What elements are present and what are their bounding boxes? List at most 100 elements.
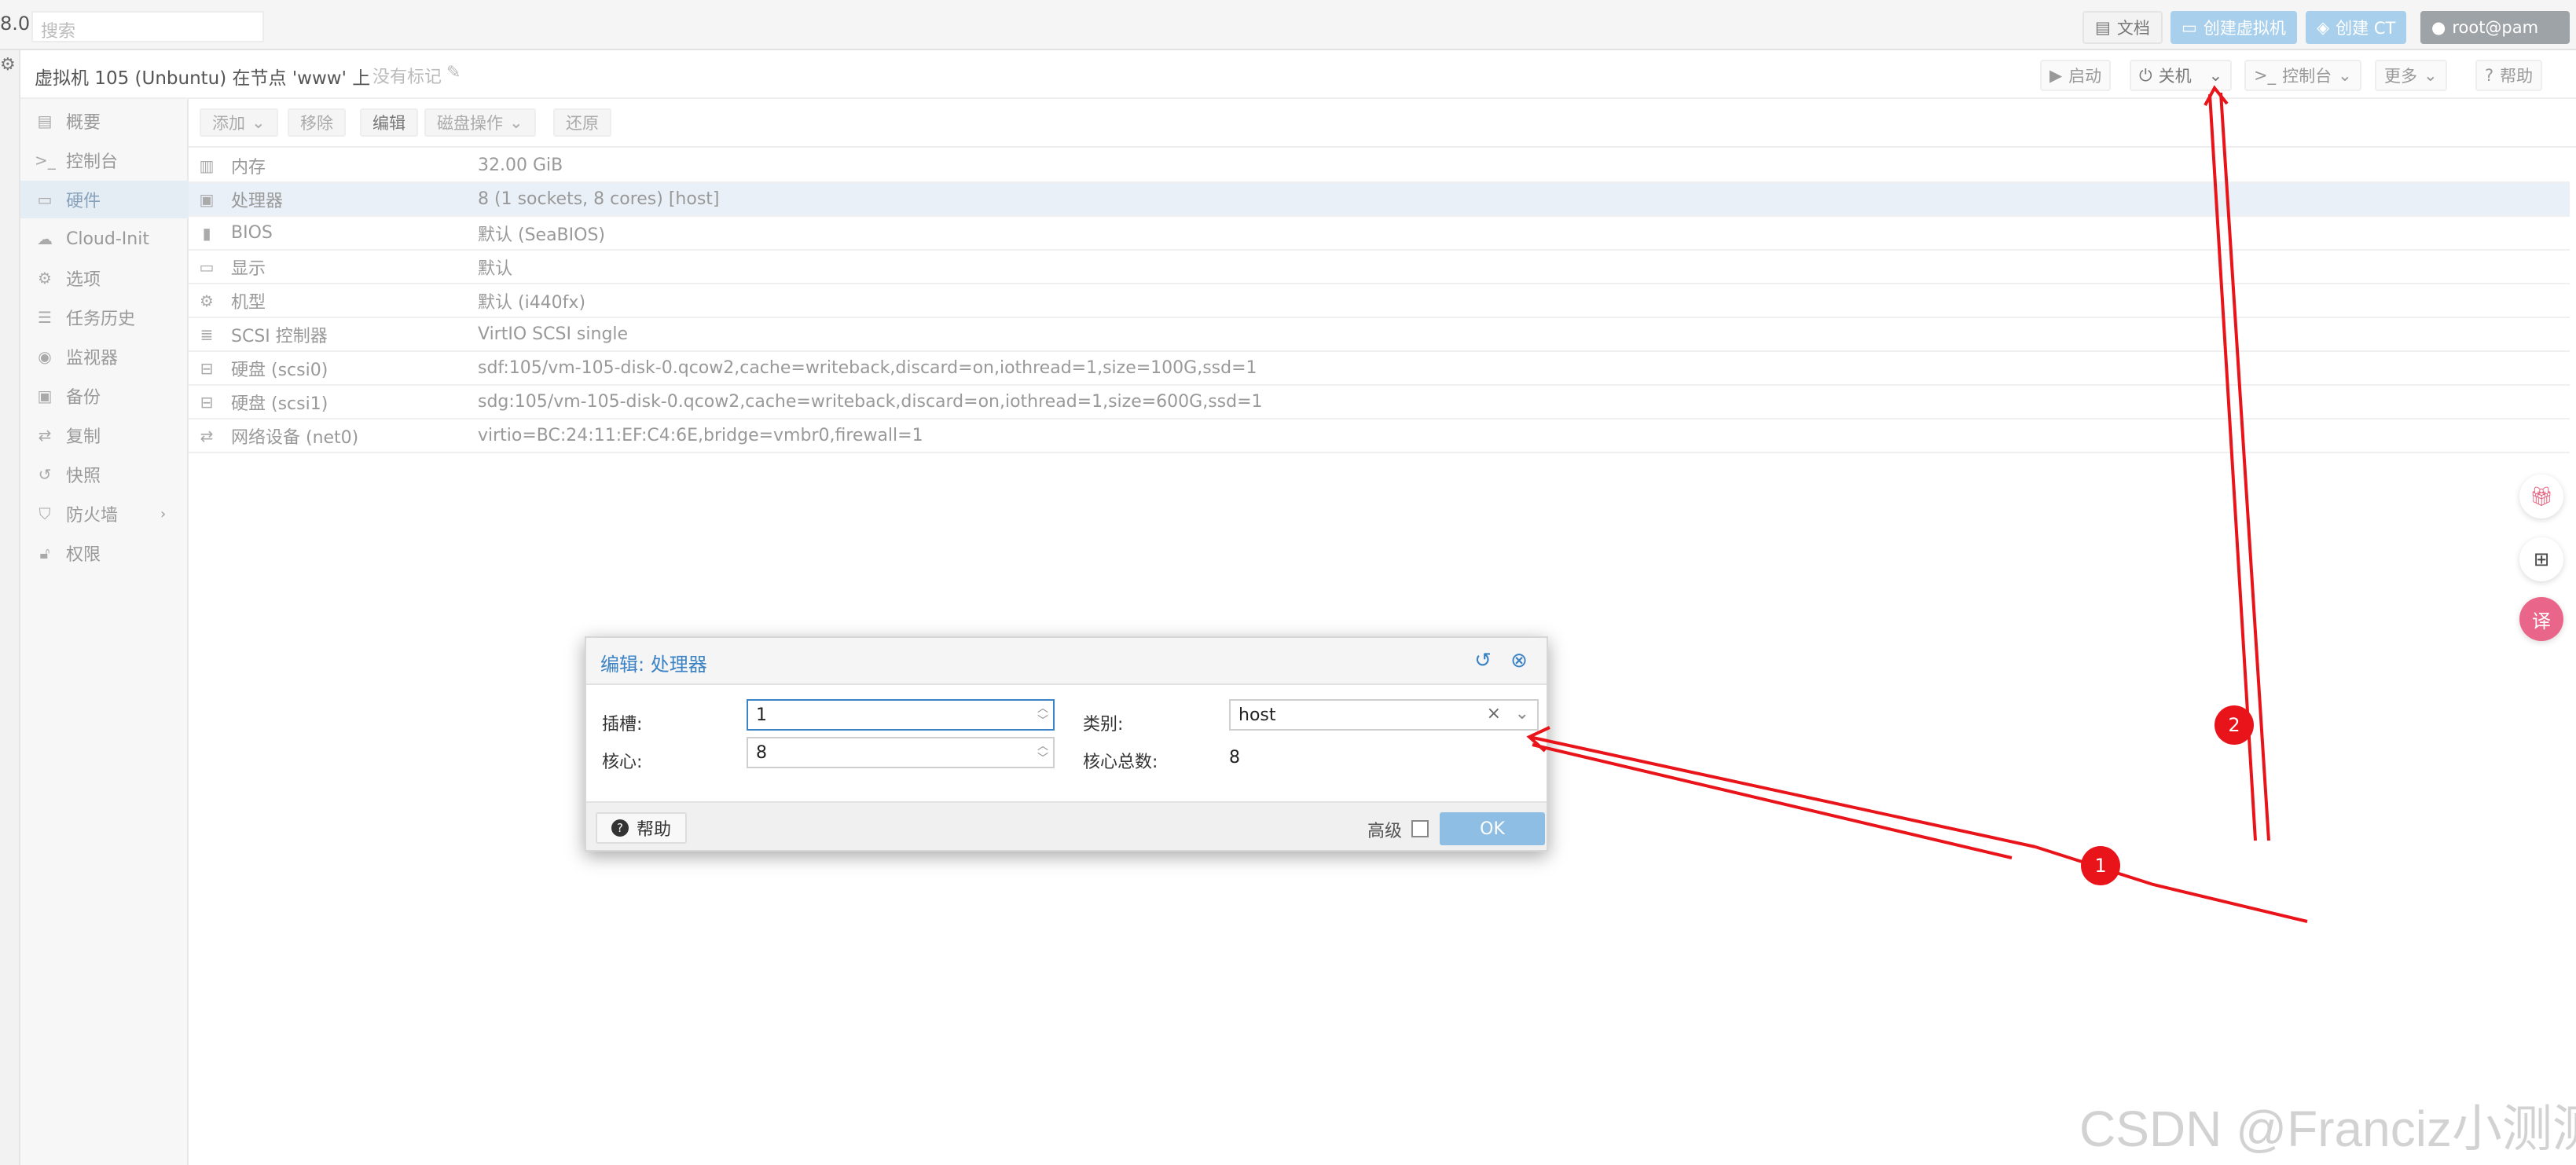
start-label: 启动 — [2068, 67, 2102, 86]
edit-processor-dialog: 编辑: 处理器 ↺ ⊗ 插槽: 1 ︿ ﹀ 核心: 8 ︿ ﹀ 类别: host ×… — [585, 636, 1548, 852]
cpu-type-select[interactable]: host × ⌄ — [1229, 699, 1539, 731]
ok-button[interactable]: OK — [1440, 812, 1545, 845]
table-row[interactable]: ▥ 内存 32.00 GiB — [189, 149, 2570, 183]
spinner-icon[interactable]: ︿ ﹀ — [1037, 702, 1048, 727]
sidebar-item-monitor[interactable]: ◉ 监视器 — [20, 338, 189, 376]
row-name: 内存 — [231, 157, 266, 178]
table-row[interactable]: ⚙ 机型 默认 (i440fx) — [189, 284, 2570, 318]
row-value: 8 (1 sockets, 8 cores) [host] — [478, 189, 720, 209]
disk-action-button[interactable]: 磁盘操作 ⌄ — [424, 108, 536, 137]
total-cores-value: 8 — [1229, 748, 1240, 768]
sidebar-item-cloud-init[interactable]: ☁ Cloud-Init — [20, 220, 189, 258]
table-row[interactable]: ⊟ 硬盘 (scsi1) sdg:105/vm-105-disk-0.qcow2… — [189, 386, 2570, 419]
table-row[interactable]: ≣ SCSI 控制器 VirtIO SCSI single — [189, 318, 2570, 352]
table-row[interactable]: ▮ BIOS 默认 (SeaBIOS) — [189, 217, 2570, 251]
row-value: 默认 (i440fx) — [478, 292, 586, 313]
help-label: 帮助 — [2500, 67, 2534, 86]
row-name: BIOS — [231, 223, 273, 243]
power-icon: ⏻ — [2139, 65, 2152, 85]
cloud-icon: ☁ — [37, 229, 53, 248]
chevron-down-icon: ⌄ — [2338, 66, 2352, 85]
reset-icon[interactable]: ↺ — [1470, 647, 1496, 674]
dialog-help-button[interactable]: ? 帮助 — [596, 812, 688, 844]
sidebar-item-label: 控制台 — [66, 152, 119, 172]
tags-editor[interactable]: 没有标记 ✎ — [372, 63, 461, 88]
table-row[interactable]: ▭ 显示 默认 — [189, 251, 2570, 284]
remove-button[interactable]: 移除 — [288, 108, 346, 137]
sidebar-item-task-history[interactable]: ☰ 任务历史 — [20, 299, 189, 336]
sidebar-item-label: 权限 — [66, 545, 101, 565]
translate-icon[interactable]: 译 — [2519, 597, 2563, 641]
terminal-icon: >_ — [35, 151, 56, 170]
sidebar-item-backup[interactable]: ▣ 备份 — [20, 377, 189, 415]
sidebar-item-summary[interactable]: ▤ 概要 — [20, 102, 189, 140]
hdd-icon: ⊟ — [200, 358, 214, 378]
sidebar-item-label: 硬件 — [66, 192, 101, 211]
sidebar-item-label: 任务历史 — [66, 310, 136, 329]
gift-icon[interactable]: 🎁︎ — [2519, 474, 2563, 518]
sidebar-item-firewall[interactable]: ⛉ 防火墙 › — [20, 495, 189, 533]
sidebar-item-label: 备份 — [66, 388, 101, 408]
clear-icon[interactable]: × — [1487, 704, 1501, 724]
more-button[interactable]: 更多 ⌄ — [2375, 60, 2447, 91]
add-button[interactable]: 添加 ⌄ — [200, 108, 278, 137]
desktop-icon: ▭ — [2182, 18, 2197, 37]
sidebar-item-options[interactable]: ⚙ 选项 — [20, 259, 189, 297]
create-vm-button[interactable]: ▭ 创建虚拟机 — [2171, 11, 2297, 44]
sidebar-item-label: 监视器 — [66, 349, 119, 368]
docs-button[interactable]: ▤ 文档 — [2082, 11, 2163, 44]
advanced-checkbox[interactable] — [1411, 820, 1429, 837]
spinner-icon[interactable]: ︿ ﹀ — [1037, 740, 1048, 765]
row-value: virtio=BC:24:11:EF:C4:6E,bridge=vmbr0,fi… — [478, 426, 923, 445]
sidebar-item-hardware[interactable]: ▭ 硬件 — [20, 181, 189, 218]
apps-icon[interactable]: ⊞ — [2519, 537, 2563, 581]
console-button[interactable]: >_ 控制台 ⌄ — [2244, 60, 2361, 91]
chevron-down-icon[interactable]: ⌄ — [1515, 704, 1529, 724]
unlock-icon: 🔓︎ — [39, 544, 50, 562]
create-ct-label: 创建 CT — [2336, 19, 2396, 38]
more-label: 更多 — [2384, 67, 2417, 86]
create-ct-button[interactable]: ◈ 创建 CT — [2306, 11, 2407, 44]
cores-stepper[interactable]: 8 ︿ ﹀ — [747, 737, 1055, 768]
disk-action-label: 磁盘操作 — [437, 114, 503, 133]
sidebar-item-snapshots[interactable]: ↺ 快照 — [20, 456, 189, 493]
table-row[interactable]: ⊟ 硬盘 (scsi0) sdf:105/vm-105-disk-0.qcow2… — [189, 352, 2570, 386]
row-value: 默认 (SeaBIOS) — [478, 225, 606, 245]
table-row[interactable]: ⇄ 网络设备 (net0) virtio=BC:24:11:EF:C4:6E,b… — [189, 419, 2570, 453]
chevron-down-icon[interactable]: ⌄ — [2209, 66, 2223, 85]
start-button[interactable]: ▶ 启动 — [2040, 60, 2112, 91]
user-menu-button[interactable]: ● root@pam — [2420, 11, 2570, 44]
question-icon: ? — [611, 819, 629, 837]
sidebar-item-permissions[interactable]: 🔓︎ 权限 — [20, 534, 189, 572]
list-icon: ☰ — [38, 308, 52, 327]
table-row[interactable]: ▣ 处理器 8 (1 sockets, 8 cores) [host] — [189, 183, 2570, 217]
close-icon[interactable]: ⊗ — [1506, 647, 1532, 674]
gear-icon: ⚙ — [38, 269, 52, 288]
terminal-icon: >_ — [2254, 66, 2277, 85]
cogs-icon: ⚙ — [200, 291, 214, 310]
help-button[interactable]: ? 帮助 — [2475, 60, 2543, 91]
sidebar-item-replication[interactable]: ⇄ 复制 — [20, 416, 189, 454]
row-name: 网络设备 (net0) — [231, 427, 359, 448]
dialog-title: 编辑: 处理器 — [600, 654, 707, 676]
top-bar: 8.0 搜索 ▤ 文档 ▭ 创建虚拟机 ◈ 创建 CT ● root@pam — [0, 0, 2576, 50]
sockets-value: 1 — [756, 705, 767, 725]
edit-button[interactable]: 编辑 — [360, 108, 418, 137]
shutdown-button[interactable]: ⏻ 关机 ⌄ — [2130, 60, 2233, 91]
sidebar-item-console[interactable]: >_ 控制台 — [20, 141, 189, 179]
gear-icon[interactable]: ⚙ — [0, 55, 16, 75]
play-icon: ▶ — [2049, 66, 2063, 85]
revert-button[interactable]: 还原 — [553, 108, 611, 137]
chevron-down-icon: ⌄ — [2424, 66, 2438, 85]
revert-label: 还原 — [566, 114, 599, 133]
total-cores-label: 核心总数: — [1083, 753, 1158, 772]
row-name: SCSI 控制器 — [231, 326, 328, 346]
vm-nav-sidebar: ▤ 概要 >_ 控制台 ▭ 硬件 ☁ Cloud-Init ⚙ 选项 ☰ 任务历… — [20, 99, 189, 1165]
sidebar-item-label: 概要 — [66, 113, 101, 133]
row-value: sdf:105/vm-105-disk-0.qcow2,cache=writeb… — [478, 358, 1257, 378]
sockets-stepper[interactable]: 1 ︿ ﹀ — [747, 699, 1055, 731]
row-name: 硬盘 (scsi1) — [231, 394, 328, 414]
chevron-right-icon: › — [160, 505, 167, 522]
search-input[interactable]: 搜索 — [31, 11, 264, 42]
floppy-icon: ▣ — [37, 387, 53, 405]
